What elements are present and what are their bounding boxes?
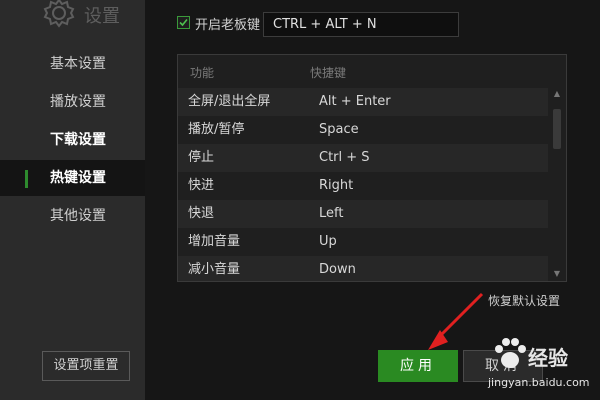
function-cell: 减小音量	[188, 262, 241, 277]
hotkey-cell: Space	[319, 122, 359, 137]
gear-icon	[43, 0, 75, 28]
sidebar-header: 设置	[40, 0, 140, 30]
table-header: 功能 快捷键	[178, 55, 566, 87]
sidebar-item-playback[interactable]: 播放设置	[0, 84, 145, 120]
table-row[interactable]: 减小音量 Down	[178, 256, 548, 281]
function-cell: 快进	[188, 178, 215, 193]
table-row[interactable]: 快退 Left	[178, 200, 548, 228]
hotkey-cell: Down	[319, 262, 356, 277]
table-scrollbar[interactable]: ▲ ▼	[551, 87, 563, 280]
sidebar-item-basic[interactable]: 基本设置	[0, 46, 145, 82]
function-cell: 播放/暂停	[188, 122, 245, 137]
settings-title: 设置	[84, 6, 120, 27]
scroll-down-icon[interactable]: ▼	[551, 268, 563, 280]
table-row[interactable]: 快进 Right	[178, 172, 548, 200]
table-row[interactable]: 增加音量 Up	[178, 228, 548, 256]
sidebar-item-label: 热键设置	[50, 170, 106, 186]
apply-button[interactable]: 应用	[378, 350, 458, 382]
boss-key-label[interactable]: 开启老板键	[195, 14, 260, 33]
reset-settings-button[interactable]: 设置项重置	[42, 351, 130, 381]
function-cell: 全屏/退出全屏	[188, 94, 271, 109]
scroll-up-icon[interactable]: ▲	[551, 88, 563, 100]
sidebar-item-other[interactable]: 其他设置	[0, 198, 145, 234]
scroll-thumb[interactable]	[553, 109, 561, 149]
function-cell: 快退	[188, 206, 215, 221]
settings-sidebar: 设置 基本设置 播放设置 下载设置 热键设置 其他设置 设置项重置	[0, 0, 145, 400]
hotkey-table: 功能 快捷键 全屏/退出全屏 Alt + Enter 播放/暂停 Space 停…	[177, 54, 567, 282]
column-header-hotkey: 快捷键	[310, 66, 347, 80]
boss-key-input[interactable]: CTRL + ALT + N	[263, 12, 459, 37]
table-row[interactable]: 全屏/退出全屏 Alt + Enter	[178, 88, 548, 116]
cancel-button[interactable]: 取消	[463, 350, 543, 382]
checkmark-icon	[179, 18, 188, 27]
boss-key-checkbox[interactable]	[177, 16, 190, 29]
table-row[interactable]: 播放/暂停 Space	[178, 116, 548, 144]
function-cell: 增加音量	[188, 234, 241, 249]
sidebar-item-hotkeys[interactable]: 热键设置	[0, 160, 145, 196]
column-header-function: 功能	[190, 66, 215, 80]
hotkey-cell: Alt + Enter	[319, 94, 391, 109]
restore-defaults-link[interactable]: 恢复默认设置	[488, 292, 560, 309]
hotkey-cell: Right	[319, 178, 354, 193]
table-row[interactable]: 停止 Ctrl + S	[178, 144, 548, 172]
function-cell: 停止	[188, 150, 215, 165]
hotkey-cell: Ctrl + S	[319, 150, 370, 165]
hotkey-cell: Left	[319, 206, 344, 221]
sidebar-item-download[interactable]: 下载设置	[0, 122, 145, 158]
active-indicator	[25, 170, 28, 188]
hotkey-cell: Up	[319, 234, 337, 249]
